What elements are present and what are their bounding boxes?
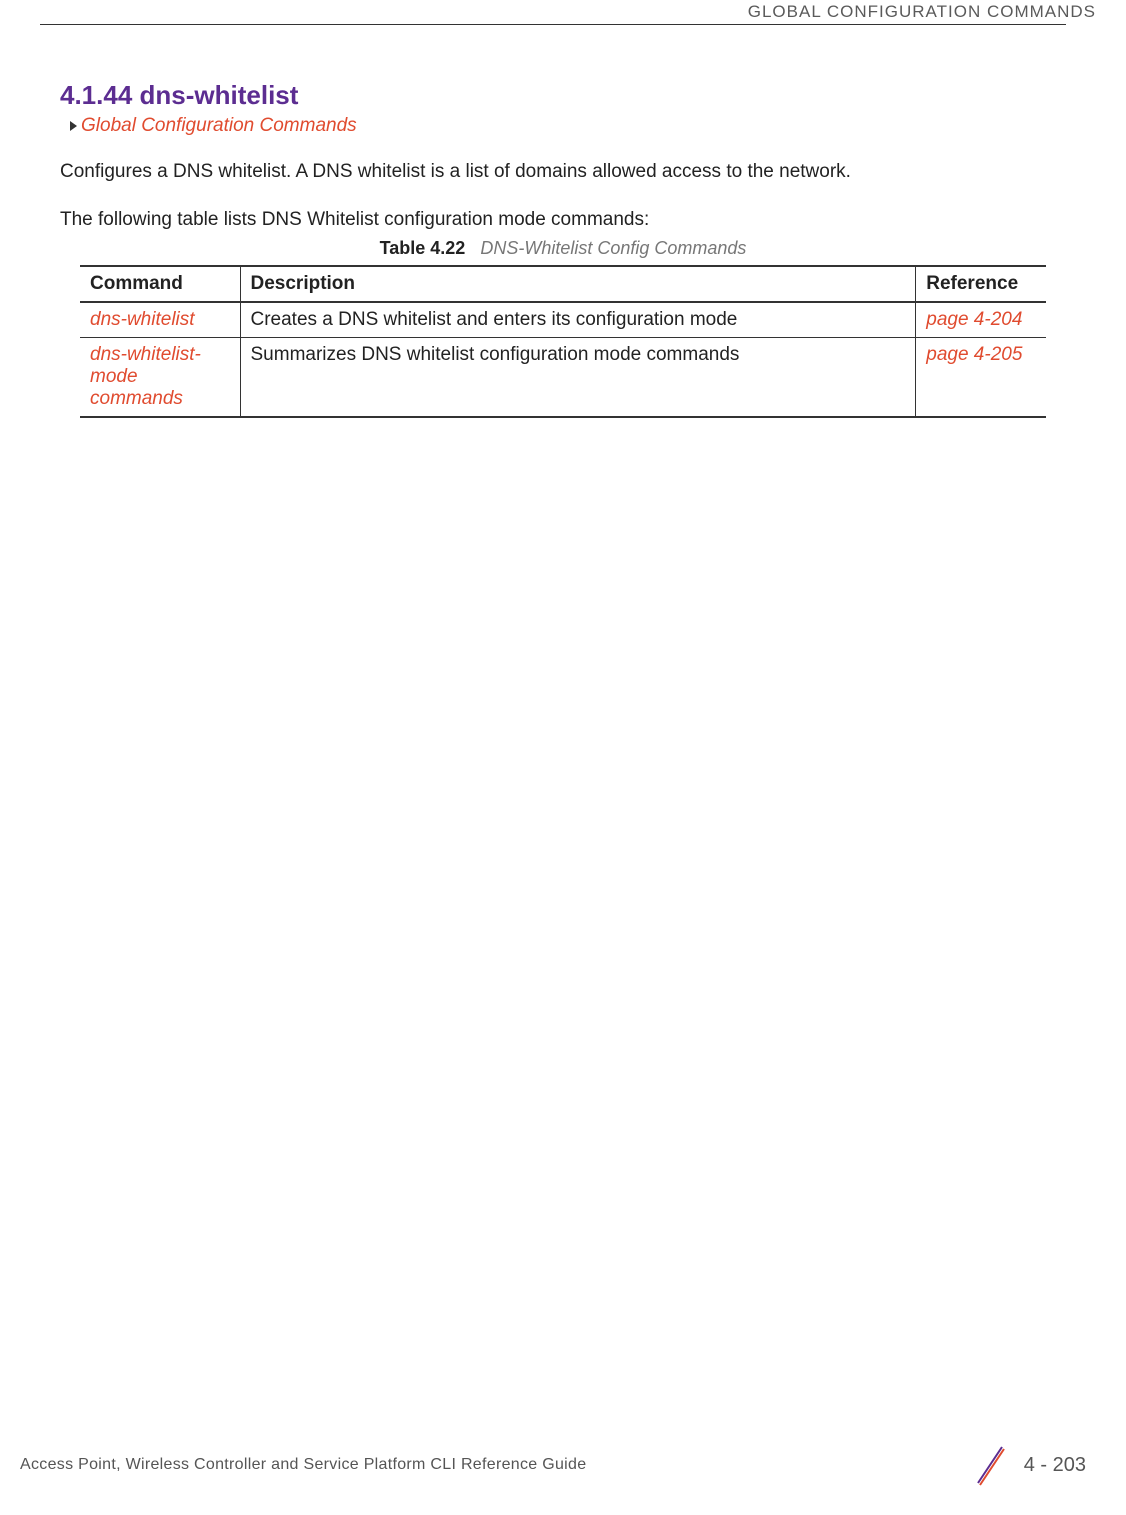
table-header-reference: Reference [916, 266, 1046, 302]
command-description: Creates a DNS whitelist and enters its c… [251, 309, 738, 330]
breadcrumb-link[interactable]: Global Configuration Commands [81, 115, 357, 137]
paragraph: The following table lists DNS Whitelist … [60, 207, 1066, 233]
slash-icon [970, 1443, 1010, 1487]
page-content: 4.1.44 dns-whitelist Global Configuratio… [0, 0, 1126, 418]
command-description: Summarizes DNS whitelist configuration m… [251, 344, 740, 365]
command-link[interactable]: dns-whitelist [90, 309, 195, 330]
running-head: GLOBAL CONFIGURATION COMMANDS [748, 2, 1096, 21]
table-caption: Table 4.22 DNS-Whitelist Config Commands [60, 238, 1066, 259]
paragraph: Configures a DNS whitelist. A DNS whitel… [60, 159, 1066, 185]
table-row: dns-whitelist-mode commands Summarizes D… [80, 338, 1046, 418]
reference-link[interactable]: page 4-205 [926, 344, 1022, 365]
footer-guide-title: Access Point, Wireless Controller and Se… [20, 1456, 586, 1474]
page-number: 4 - 203 [1024, 1454, 1086, 1477]
page-header: GLOBAL CONFIGURATION COMMANDS [0, 0, 1126, 25]
command-link[interactable]: dns-whitelist-mode commands [90, 344, 201, 409]
arrow-right-icon [70, 121, 77, 131]
reference-link[interactable]: page 4-204 [926, 309, 1022, 330]
table-caption-title: DNS-Whitelist Config Commands [480, 238, 746, 258]
table-header-command: Command [80, 266, 240, 302]
footer-right: 4 - 203 [970, 1443, 1086, 1487]
breadcrumb: Global Configuration Commands [70, 115, 1066, 137]
header-rule [40, 24, 1066, 25]
section-heading: 4.1.44 dns-whitelist [60, 80, 1066, 111]
table-header-row: Command Description Reference [80, 266, 1046, 302]
page-footer: Access Point, Wireless Controller and Se… [0, 1443, 1126, 1487]
table-header-description: Description [240, 266, 916, 302]
table-row: dns-whitelist Creates a DNS whitelist an… [80, 302, 1046, 338]
table-caption-label: Table 4.22 [380, 238, 466, 258]
commands-table: Command Description Reference dns-whitel… [80, 265, 1046, 418]
